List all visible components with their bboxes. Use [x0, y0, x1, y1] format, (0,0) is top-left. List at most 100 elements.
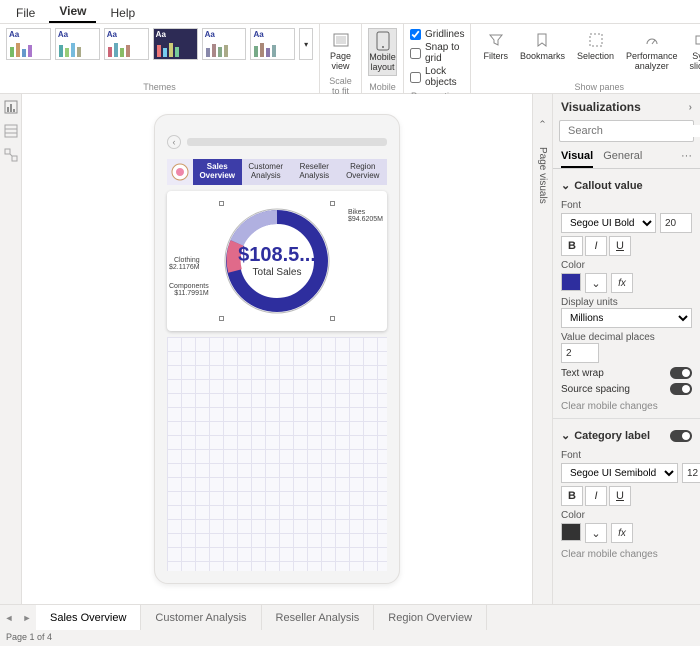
italic-button[interactable]: I: [585, 236, 607, 256]
search-box[interactable]: [559, 120, 694, 142]
chevron-down-icon: ⌄: [561, 179, 570, 192]
font-select[interactable]: Segoe UI Bold: [561, 213, 656, 233]
page-tab-region[interactable]: Region Overview: [374, 605, 487, 630]
filters-pane-button[interactable]: Filters: [477, 28, 514, 74]
underline-button-2[interactable]: U: [609, 486, 631, 506]
font-size-input-2[interactable]: 12: [682, 463, 700, 483]
theme-thumb[interactable]: Aa: [104, 28, 149, 60]
selection-pane-button[interactable]: Selection: [571, 28, 620, 74]
tab-prev[interactable]: ◄: [0, 605, 18, 630]
section-callout[interactable]: ⌄Callout value: [561, 175, 692, 196]
sync-slicers-button[interactable]: Sync slicers: [684, 28, 700, 74]
italic-button-2[interactable]: I: [585, 486, 607, 506]
status-bar: Page 1 of 4: [0, 630, 700, 646]
font-label: Font: [561, 200, 692, 211]
report-logo: [167, 159, 193, 185]
themes-dropdown[interactable]: ▾: [299, 28, 313, 60]
decimals-input[interactable]: 2: [561, 343, 599, 363]
chevron-down-icon: ⌄: [561, 429, 570, 442]
tab-general[interactable]: General: [603, 146, 642, 168]
tab-visual[interactable]: Visual: [561, 146, 593, 168]
label-clothing: Clothing $2.1176M: [169, 257, 200, 272]
color-swatch-2[interactable]: [561, 523, 581, 541]
resize-handle[interactable]: [330, 316, 335, 321]
left-rail: [0, 94, 22, 604]
mobile-grid[interactable]: [167, 337, 387, 571]
scale-group-label: Scale to fit: [326, 74, 355, 96]
mobile-canvas: ‹ Sales Overview Customer Analysis Resel…: [154, 114, 400, 584]
font-select-2[interactable]: Segoe UI Semibold: [561, 463, 678, 483]
clear-mobile-link-2[interactable]: Clear mobile changes: [561, 549, 692, 560]
page-visuals-label: Page visuals: [537, 127, 548, 204]
selection-icon: [586, 30, 606, 50]
bookmark-icon: [532, 30, 552, 50]
workspace: ‹ Sales Overview Customer Analysis Resel…: [0, 94, 700, 604]
ribbon: Aa Aa Aa Aa Aa Aa ▾ Themes Page view Sca…: [0, 24, 700, 94]
canvas[interactable]: ‹ Sales Overview Customer Analysis Resel…: [22, 94, 532, 604]
bold-button-2[interactable]: B: [561, 486, 583, 506]
bold-button[interactable]: B: [561, 236, 583, 256]
bookmarks-pane-button[interactable]: Bookmarks: [514, 28, 571, 74]
decimals-label: Value decimal places: [561, 332, 692, 343]
color-swatch[interactable]: [561, 273, 581, 291]
page-tab-customer[interactable]: Customer Analysis: [141, 605, 261, 630]
data-view-icon[interactable]: [4, 124, 18, 138]
phone-tab-region[interactable]: Region Overview: [339, 159, 388, 185]
lock-check[interactable]: Lock objects: [410, 65, 464, 89]
color-dropdown-2[interactable]: ⌄: [585, 523, 607, 543]
filter-icon: [486, 30, 506, 50]
fx-button[interactable]: fx: [611, 273, 633, 293]
section-category[interactable]: ⌄Category label: [561, 429, 650, 442]
theme-thumb[interactable]: Aa: [202, 28, 247, 60]
donut-visual[interactable]: $108.5... Total Sales Bikes $94.6205M Cl…: [167, 191, 387, 331]
resize-handle[interactable]: [330, 201, 335, 206]
fx-button-2[interactable]: fx: [611, 523, 633, 543]
menu-file[interactable]: File: [6, 2, 45, 23]
spacing-toggle[interactable]: [670, 383, 692, 395]
page-view-button[interactable]: Page view: [326, 28, 355, 74]
mobile-layout-button[interactable]: Mobile layout: [368, 28, 397, 76]
display-units-select[interactable]: Millions: [561, 308, 692, 328]
phone-tab-customer[interactable]: Customer Analysis: [242, 159, 291, 185]
model-view-icon[interactable]: [4, 148, 18, 162]
theme-thumb[interactable]: Aa: [6, 28, 51, 60]
mobile-group-label: Mobile: [368, 80, 397, 92]
color-dropdown[interactable]: ⌄: [585, 273, 607, 293]
gridlines-check[interactable]: Gridlines: [410, 28, 464, 41]
page-view-icon: [331, 30, 351, 50]
theme-thumb[interactable]: Aa: [153, 28, 198, 60]
spacing-label: Source spacing: [561, 384, 630, 395]
tab-next[interactable]: ►: [18, 605, 36, 630]
theme-thumb[interactable]: Aa: [55, 28, 100, 60]
themes-group-label: Themes: [6, 80, 313, 92]
showpanes-group-label: Show panes: [477, 80, 700, 92]
page-visuals-collapsed[interactable]: ‹ Page visuals: [532, 94, 552, 604]
resize-handle[interactable]: [219, 316, 224, 321]
gauge-icon: [642, 30, 662, 50]
underline-button[interactable]: U: [609, 236, 631, 256]
search-input[interactable]: [568, 125, 700, 137]
phone-tab-sales[interactable]: Sales Overview: [193, 159, 242, 185]
menu-help[interactable]: Help: [100, 2, 145, 23]
phone-tab-reseller[interactable]: Reseller Analysis: [290, 159, 339, 185]
textwrap-toggle[interactable]: [670, 367, 692, 379]
font-size-input[interactable]: 20: [660, 213, 692, 233]
page-tabs: ◄ ► Sales Overview Customer Analysis Res…: [0, 604, 700, 630]
page-tab-sales[interactable]: Sales Overview: [36, 605, 141, 630]
callout-label: Total Sales: [238, 267, 316, 278]
font-label-2: Font: [561, 450, 692, 461]
snap-check[interactable]: Snap to grid: [410, 41, 464, 65]
clear-mobile-link[interactable]: Clear mobile changes: [561, 401, 692, 412]
theme-thumb[interactable]: Aa: [250, 28, 295, 60]
chevron-left-icon[interactable]: ‹: [537, 100, 548, 123]
more-icon[interactable]: ···: [681, 146, 692, 168]
chevron-right-icon[interactable]: ›: [689, 102, 692, 113]
report-view-icon[interactable]: [4, 100, 18, 114]
menu-view[interactable]: View: [49, 0, 96, 23]
page-tab-reseller[interactable]: Reseller Analysis: [262, 605, 375, 630]
perf-analyzer-button[interactable]: Performance analyzer: [620, 28, 684, 74]
units-label: Display units: [561, 297, 692, 308]
back-icon[interactable]: ‹: [167, 135, 181, 149]
category-toggle[interactable]: [670, 430, 692, 442]
resize-handle[interactable]: [219, 201, 224, 206]
